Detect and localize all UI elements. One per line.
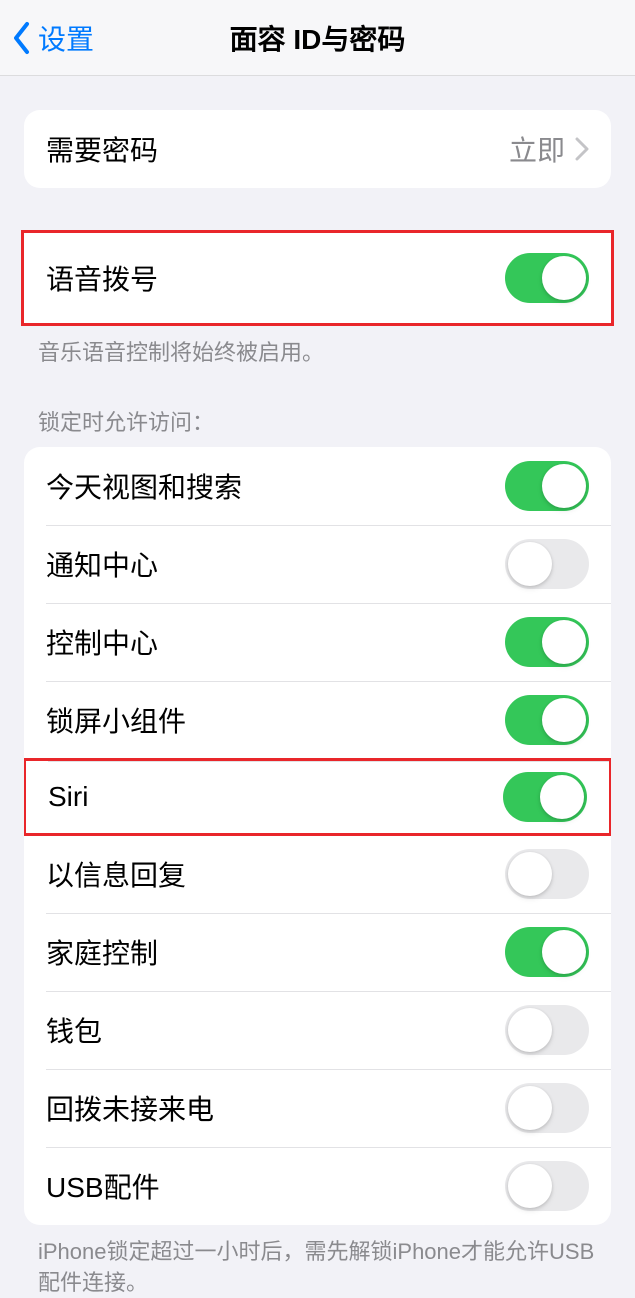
passcode-group: 需要密码 立即 bbox=[24, 110, 611, 188]
back-button[interactable]: 设置 bbox=[0, 18, 94, 58]
voice-dial-row: 语音拨号 bbox=[24, 239, 611, 317]
lock-access-row: 钱包 bbox=[24, 991, 611, 1069]
row-value-wrap: 立即 bbox=[509, 129, 589, 169]
chevron-right-icon bbox=[575, 137, 589, 161]
lock-access-label: USB配件 bbox=[46, 1166, 160, 1206]
lock-access-toggle[interactable] bbox=[505, 1161, 589, 1211]
lock-access-row: 以信息回复 bbox=[24, 835, 611, 913]
lock-access-label: 今天视图和搜索 bbox=[46, 466, 242, 506]
lock-access-toggle[interactable] bbox=[505, 539, 589, 589]
lock-access-label: 通知中心 bbox=[46, 544, 158, 584]
toggle-knob bbox=[542, 698, 586, 742]
toggle-knob bbox=[542, 930, 586, 974]
voice-dial-toggle[interactable] bbox=[505, 253, 589, 303]
lock-access-header: 锁定时允许访问： bbox=[38, 405, 597, 437]
toggle-knob bbox=[508, 852, 552, 896]
toggle-knob bbox=[508, 542, 552, 586]
chevron-left-icon bbox=[12, 21, 32, 55]
lock-access-row: 回拨未接来电 bbox=[24, 1069, 611, 1147]
lock-access-label: 家庭控制 bbox=[46, 932, 158, 972]
require-passcode-row[interactable]: 需要密码 立即 bbox=[24, 110, 611, 188]
lock-access-group: 今天视图和搜索通知中心控制中心锁屏小组件 Siri 以信息回复家庭控制钱包回拨未接来… bbox=[24, 447, 611, 1225]
lock-access-row: 今天视图和搜索 bbox=[24, 447, 611, 525]
lock-access-label: 锁屏小组件 bbox=[46, 700, 186, 740]
lock-access-row: 家庭控制 bbox=[24, 913, 611, 991]
voice-dial-footer: 音乐语音控制将始终被启用。 bbox=[38, 338, 597, 369]
toggle-knob bbox=[508, 1008, 552, 1052]
navigation-bar: 设置 面容 ID与密码 bbox=[0, 0, 635, 76]
lock-access-row: Siri bbox=[24, 758, 611, 836]
lock-access-row: 锁屏小组件 bbox=[24, 681, 611, 759]
lock-access-toggle[interactable] bbox=[505, 849, 589, 899]
back-label: 设置 bbox=[38, 18, 94, 58]
lock-access-row: 控制中心 bbox=[24, 603, 611, 681]
lock-access-label: Siri bbox=[48, 781, 88, 813]
lock-access-toggle[interactable] bbox=[505, 461, 589, 511]
lock-access-label: 以信息回复 bbox=[46, 854, 186, 894]
lock-access-footer: iPhone锁定超过一小时后，需先解锁iPhone才能允许USB配件连接。 bbox=[38, 1237, 597, 1298]
lock-access-toggle[interactable] bbox=[505, 927, 589, 977]
toggle-knob bbox=[540, 775, 584, 819]
lock-access-toggle[interactable] bbox=[505, 1005, 589, 1055]
toggle-knob bbox=[542, 620, 586, 664]
lock-access-row: USB配件 bbox=[24, 1147, 611, 1225]
toggle-knob bbox=[542, 464, 586, 508]
voice-dial-label: 语音拨号 bbox=[46, 258, 158, 298]
voice-dial-group: 语音拨号 bbox=[21, 230, 614, 326]
lock-access-label: 钱包 bbox=[46, 1010, 102, 1050]
lock-access-toggle[interactable] bbox=[505, 617, 589, 667]
require-passcode-value: 立即 bbox=[509, 129, 565, 169]
lock-access-row: 通知中心 bbox=[24, 525, 611, 603]
lock-access-toggle[interactable] bbox=[503, 772, 587, 822]
page-title: 面容 ID与密码 bbox=[230, 18, 406, 58]
require-passcode-label: 需要密码 bbox=[46, 129, 158, 169]
lock-access-label: 回拨未接来电 bbox=[46, 1088, 214, 1128]
toggle-knob bbox=[508, 1086, 552, 1130]
lock-access-toggle[interactable] bbox=[505, 695, 589, 745]
toggle-knob bbox=[542, 256, 586, 300]
toggle-knob bbox=[508, 1164, 552, 1208]
lock-access-toggle[interactable] bbox=[505, 1083, 589, 1133]
lock-access-label: 控制中心 bbox=[46, 622, 158, 662]
